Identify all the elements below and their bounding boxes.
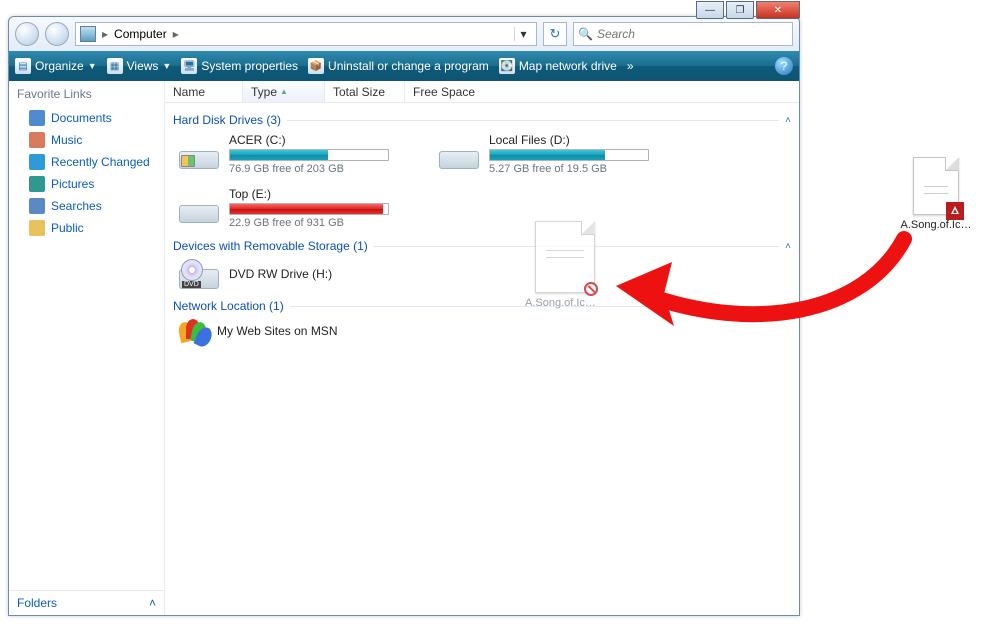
nav-bar: ▸ Computer ▸ ▾ ↻ 🔍 [9, 17, 799, 51]
box-icon: 📦 [308, 58, 324, 74]
collapse-icon[interactable]: ˄ [785, 301, 791, 312]
music-icon [29, 132, 45, 148]
network-location-label: My Web Sites on MSN [217, 324, 415, 338]
drive-label: ACER (C:) [229, 133, 415, 147]
organize-menu[interactable]: ▤Organize▼ [15, 58, 97, 74]
drag-ghost-label: A.Song.of.Ic… [525, 297, 596, 309]
window-titlebar: — ❐ ✕ [694, 1, 800, 23]
section-network-location[interactable]: Network Location (1) ˄ [173, 299, 791, 313]
favorites-heading: Favorite Links [9, 81, 164, 107]
back-button[interactable] [15, 22, 39, 46]
uninstall-program-button[interactable]: 📦Uninstall or change a program [308, 58, 489, 74]
recent-icon [29, 154, 45, 170]
organize-icon: ▤ [15, 58, 31, 74]
views-menu[interactable]: ▦Views▼ [107, 58, 172, 74]
help-button[interactable]: ? [775, 57, 793, 75]
maximize-button[interactable]: ❐ [726, 1, 754, 19]
usage-bar [229, 203, 389, 215]
sidebar-item-pictures[interactable]: Pictures [9, 173, 164, 195]
minimize-button[interactable]: — [696, 1, 724, 19]
system-properties-button[interactable]: 🖥System properties [181, 58, 298, 74]
no-drop-icon [584, 282, 598, 296]
favorites-sidebar: Favorite Links Documents Music Recently … [9, 81, 165, 615]
sidebar-item-recently-changed[interactable]: Recently Changed [9, 151, 164, 173]
refresh-button[interactable]: ↻ [543, 22, 567, 46]
views-icon: ▦ [107, 58, 123, 74]
usage-bar [489, 149, 649, 161]
sidebar-item-public[interactable]: Public [9, 217, 164, 239]
content-pane: Name Type▲ Total Size Free Space Hard Di… [165, 81, 799, 615]
more-commands-button[interactable]: » [627, 59, 634, 73]
hard-drive-icon [179, 193, 219, 223]
drive-dvd[interactable]: DVD DVD RW Drive (H:) [177, 255, 417, 293]
sidebar-item-searches[interactable]: Searches [9, 195, 164, 217]
items-pane[interactable]: Hard Disk Drives (3) ˄ ACER (C:) 76.9 GB… [165, 103, 799, 615]
chevron-down-icon: ▼ [88, 61, 97, 71]
sidebar-item-documents[interactable]: Documents [9, 107, 164, 129]
drive-label: Top (E:) [229, 187, 415, 201]
collapse-icon[interactable]: ˄ [785, 241, 791, 252]
free-space-text: 22.9 GB free of 931 GB [229, 217, 415, 229]
chevron-down-icon: ▼ [162, 61, 171, 71]
adobe-pdf-badge-icon [946, 202, 964, 220]
column-free-space[interactable]: Free Space [405, 81, 799, 102]
address-dropdown-icon[interactable]: ▾ [514, 27, 532, 41]
pdf-file-icon [913, 157, 959, 215]
map-network-drive-button[interactable]: 💽Map network drive [499, 58, 617, 74]
search-folder-icon [29, 198, 45, 214]
address-bar[interactable]: ▸ Computer ▸ ▾ [75, 22, 537, 46]
desktop-file-label: A.Song.of.Ic… [895, 219, 977, 231]
search-box[interactable]: 🔍 [573, 22, 793, 46]
search-input[interactable] [597, 27, 788, 41]
dvd-drive-icon: DVD [179, 259, 219, 289]
sidebar-item-music[interactable]: Music [9, 129, 164, 151]
chevron-up-icon: ˄ [149, 596, 156, 610]
free-space-text: 76.9 GB free of 203 GB [229, 163, 415, 175]
close-button[interactable]: ✕ [756, 1, 800, 19]
breadcrumb-separator-icon: ▸ [173, 27, 179, 41]
section-hard-disk-drives[interactable]: Hard Disk Drives (3) ˄ [173, 113, 791, 127]
collapse-icon[interactable]: ˄ [785, 115, 791, 126]
drive-e[interactable]: Top (E:) 22.9 GB free of 931 GB [177, 183, 417, 233]
msn-butterfly-icon [179, 319, 207, 343]
drive-label: DVD RW Drive (H:) [229, 267, 415, 281]
pictures-icon [29, 176, 45, 192]
explorer-window: — ❐ ✕ ▸ Computer ▸ ▾ ↻ 🔍 ▤Organize▼ ▦Vie… [8, 16, 800, 616]
desktop-file-pdf[interactable]: A.Song.of.Ic… [895, 157, 977, 231]
computer-icon [80, 26, 96, 42]
column-type[interactable]: Type▲ [243, 81, 325, 102]
sort-ascending-icon: ▲ [280, 87, 288, 96]
network-location-msn[interactable]: My Web Sites on MSN [177, 315, 417, 347]
hard-drive-icon [439, 139, 479, 169]
column-headers: Name Type▲ Total Size Free Space [165, 81, 799, 103]
drive-label: Local Files (D:) [489, 133, 675, 147]
column-name[interactable]: Name [165, 81, 243, 102]
usage-bar [229, 149, 389, 161]
free-space-text: 5.27 GB free of 19.5 GB [489, 163, 675, 175]
forward-button[interactable] [45, 22, 69, 46]
drive-c[interactable]: ACER (C:) 76.9 GB free of 203 GB [177, 129, 417, 179]
breadcrumb-location[interactable]: Computer [114, 27, 167, 41]
drive-icon: 💽 [499, 58, 515, 74]
hard-drive-icon [179, 139, 219, 169]
folders-pane-toggle[interactable]: Folders˄ [9, 590, 164, 615]
column-total-size[interactable]: Total Size [325, 81, 405, 102]
monitor-icon: 🖥 [181, 58, 197, 74]
drive-d[interactable]: Local Files (D:) 5.27 GB free of 19.5 GB [437, 129, 677, 179]
command-bar: ▤Organize▼ ▦Views▼ 🖥System properties 📦U… [9, 51, 799, 81]
drag-ghost-pdf [535, 221, 595, 293]
breadcrumb-separator-icon: ▸ [102, 27, 108, 41]
public-folder-icon [29, 220, 45, 236]
section-removable-storage[interactable]: Devices with Removable Storage (1) ˄ [173, 239, 791, 253]
documents-icon [29, 110, 45, 126]
search-icon: 🔍 [578, 27, 593, 41]
